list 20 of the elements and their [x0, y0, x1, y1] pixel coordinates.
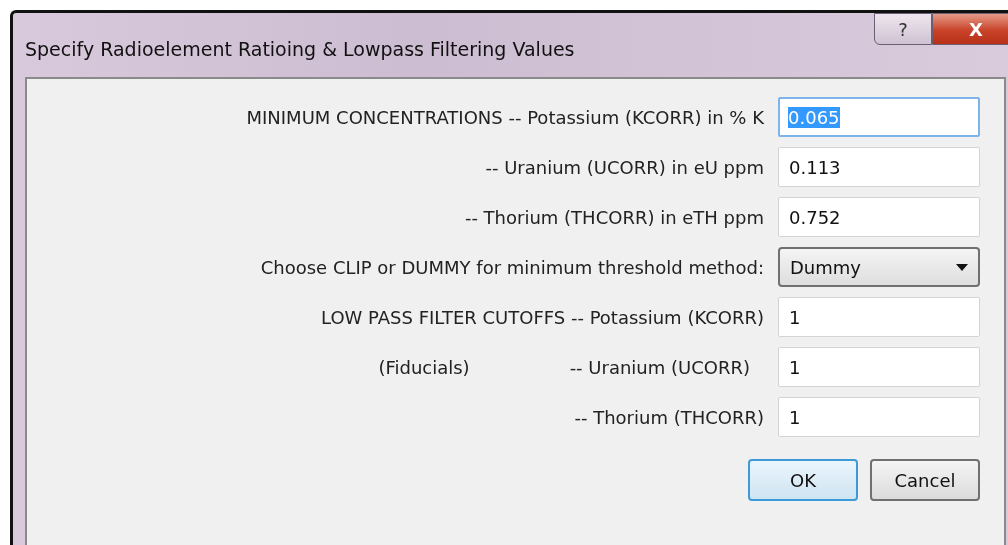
field-label: LOW PASS FILTER CUTOFFS -- Potassium (KCORR) [321, 306, 764, 328]
input-field[interactable]: 0.113 [778, 147, 980, 187]
input-field[interactable]: 1 [778, 347, 980, 387]
field-label: -- Uranium (UCORR) [569, 356, 750, 378]
field-label: MINIMUM CONCENTRATIONS -- Potassium (KCORR) in % K [246, 106, 764, 128]
cancel-button[interactable]: Cancel [870, 459, 980, 501]
input-field[interactable]: 1 [778, 297, 980, 337]
input-field[interactable]: 0.752 [778, 197, 980, 237]
input-field[interactable]: 1 [778, 397, 980, 437]
field-label: -- Thorium (THCORR) [574, 406, 764, 428]
ok-button[interactable]: OK [748, 459, 858, 501]
field-label: -- Uranium (UCORR) in eU ppm [485, 156, 764, 178]
help-button[interactable]: ? [874, 13, 932, 45]
field-label: -- Thorium (THCORR) in eTH ppm [464, 206, 764, 228]
field-label: Choose CLIP or DUMMY for minimum threshold method: [260, 256, 764, 278]
caret-icon [956, 263, 968, 271]
close-button[interactable]: X [932, 13, 1008, 45]
note-label: (Fiducials) [378, 356, 470, 378]
dropdown[interactable]: Dummy [778, 247, 980, 287]
window-title: Specify Radioelement Ratioing & Lowpass Filtering Values [25, 38, 575, 60]
